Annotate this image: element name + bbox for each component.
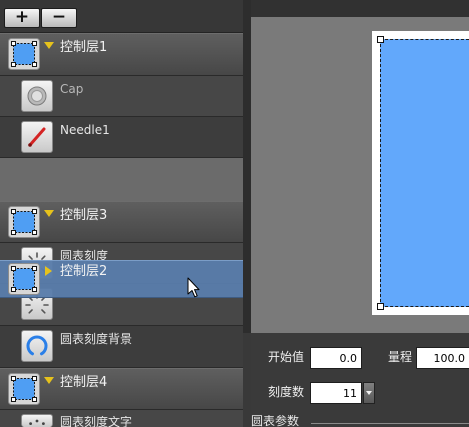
canvas-top-bar: [251, 0, 469, 17]
tick-count-input[interactable]: [310, 382, 362, 404]
selected-control[interactable]: [380, 39, 469, 307]
chevron-down-icon: [366, 391, 372, 395]
layer-item-gauge-background[interactable]: 圆表刻度背景: [0, 326, 243, 368]
layer-item-needle1[interactable]: Needle1: [0, 117, 243, 158]
layer-panel: + − 控制层1 Cap Needle1 控制层3 圆表刻度 圆表刻度背景 控制…: [0, 0, 243, 427]
layer-group-name: 控制层3: [60, 208, 108, 223]
layer-item-name: 圆表刻度文字: [60, 416, 133, 427]
start-value-label: 开始值: [268, 350, 305, 364]
gauge-ring-icon: [21, 330, 53, 362]
expand-triangle-icon[interactable]: [44, 377, 54, 384]
drop-placeholder: [0, 158, 243, 201]
range-label: 量程: [388, 350, 413, 364]
design-canvas[interactable]: [251, 17, 469, 333]
layer-item-name: Cap: [60, 82, 84, 96]
layer-group-name: 控制层4: [60, 375, 108, 390]
layer-group-name: 控制层1: [60, 40, 108, 55]
layer-group-row[interactable]: 控制层3: [0, 201, 243, 243]
layer-item-name: Needle1: [60, 123, 110, 137]
arrow-cursor-icon: [187, 277, 200, 298]
resize-handle-top-left[interactable]: [377, 36, 384, 43]
expand-triangle-icon[interactable]: [44, 210, 54, 217]
layer-item-cap[interactable]: Cap: [0, 76, 243, 117]
resize-handle-bottom-left[interactable]: [377, 303, 384, 310]
collapsed-triangle-icon[interactable]: [45, 266, 52, 276]
range-input[interactable]: [416, 347, 469, 369]
app-window: + − 控制层1 Cap Needle1 控制层3 圆表刻度 圆表刻度背景 控制…: [0, 0, 469, 427]
layer-group-icon: [8, 263, 40, 295]
layer-group-name: 控制层2: [60, 264, 108, 279]
editor-area: 开始值 量程 刻度数 圆表参数: [251, 0, 469, 427]
layer-group-icon: [8, 38, 40, 70]
tick-count-label: 刻度数: [268, 385, 305, 399]
section-title: 圆表参数: [251, 415, 300, 427]
layer-group-row[interactable]: 控制层4: [0, 368, 243, 410]
layer-item-gauge-text[interactable]: 圆表刻度文字: [0, 410, 243, 427]
dragged-layer-group-row[interactable]: 控制层2: [0, 260, 243, 298]
layer-group-icon: [8, 373, 40, 405]
add-layer-button[interactable]: +: [4, 8, 40, 28]
layer-toolbar: + −: [0, 0, 243, 33]
gauge-text-icon: [21, 414, 53, 427]
remove-layer-button[interactable]: −: [41, 8, 77, 28]
section-divider: [311, 423, 469, 424]
artboard: [372, 31, 469, 315]
tick-count-dropdown-button[interactable]: [363, 382, 375, 404]
panel-divider: [243, 0, 251, 333]
start-value-input[interactable]: [310, 347, 362, 369]
needle-icon: [21, 121, 53, 153]
layer-group-row[interactable]: 控制层1: [0, 33, 243, 76]
expand-triangle-icon[interactable]: [44, 42, 54, 49]
layer-item-name: 圆表刻度背景: [60, 332, 133, 346]
knob-icon: [21, 80, 53, 112]
layer-group-icon: [8, 206, 40, 238]
